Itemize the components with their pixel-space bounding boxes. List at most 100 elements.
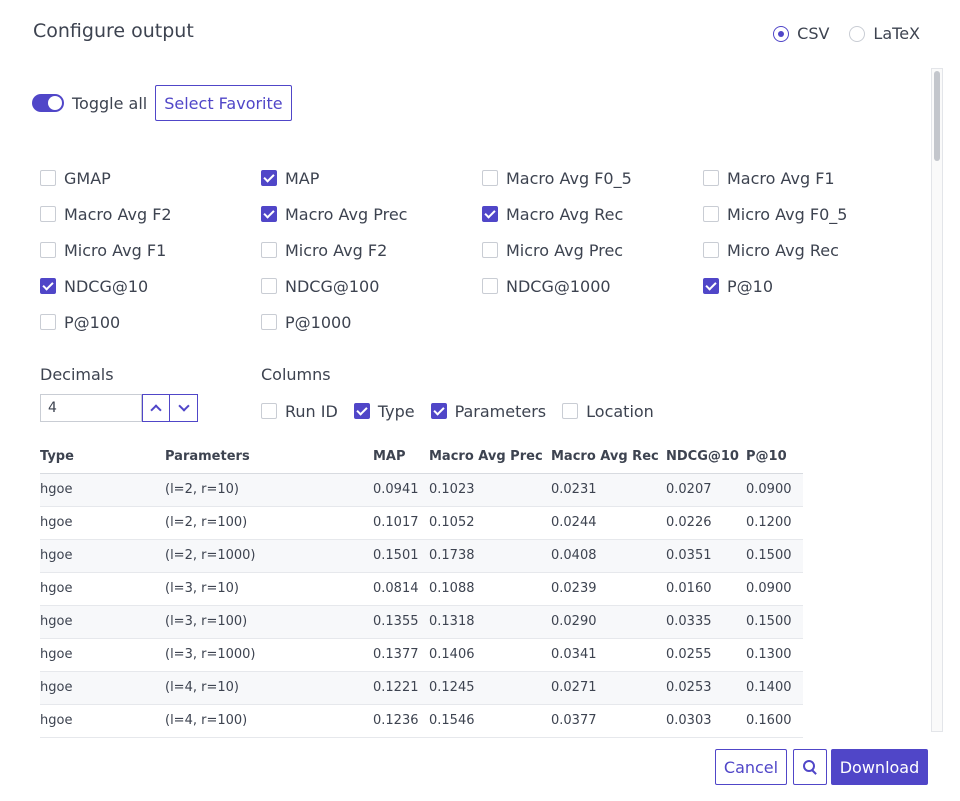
table-cell: hgoe: [40, 572, 165, 606]
format-option-latex[interactable]: LaTeX: [849, 24, 920, 43]
column-option-run-id[interactable]: Run ID: [261, 401, 338, 421]
table-cell: 0.0941: [373, 473, 429, 507]
table-body: hgoe (l=2, r=10) 0.0941 0.1023 0.0231 0.0207 0…: [40, 473, 803, 738]
decimals-decrement-button[interactable]: [170, 394, 198, 422]
metric-label: Micro Avg Rec: [727, 240, 839, 260]
metric-option-micro-avg-prec[interactable]: Micro Avg Prec: [482, 232, 703, 268]
column-header-ndcg-10[interactable]: NDCG@10: [666, 440, 746, 474]
metric-option-micro-avg-f0-5[interactable]: Micro Avg F0_5: [703, 196, 924, 232]
column-header-map[interactable]: MAP: [373, 440, 429, 474]
format-radio-group: CSV LaTeX: [753, 24, 920, 43]
metric-checkbox[interactable]: [703, 206, 719, 222]
metric-option-macro-avg-f1[interactable]: Macro Avg F1: [703, 160, 924, 196]
metric-checkbox[interactable]: [482, 278, 498, 294]
metric-label: Macro Avg F1: [727, 168, 835, 188]
metric-option-ndcg-100[interactable]: NDCG@100: [261, 268, 482, 304]
configure-output-dialog: Configure output CSV LaTeX Toggle all Se…: [0, 0, 960, 801]
table-cell: 0.0244: [551, 506, 666, 540]
metric-option-micro-avg-f2[interactable]: Micro Avg F2: [261, 232, 482, 268]
column-header-parameters[interactable]: Parameters: [165, 440, 373, 474]
select-favorite-button[interactable]: Select Favorite: [155, 85, 292, 121]
column-header-p-10[interactable]: P@10: [746, 440, 803, 474]
metric-label: Macro Avg F2: [64, 204, 172, 224]
column-checkbox[interactable]: [353, 403, 370, 419]
table-cell: 0.0239: [551, 572, 666, 606]
table-cell: 0.1245: [429, 671, 551, 705]
toggle-all-switch[interactable]: [32, 94, 64, 112]
decimals-input[interactable]: [40, 394, 142, 422]
metric-option-ndcg-1000[interactable]: NDCG@1000: [482, 268, 703, 304]
metric-checkbox[interactable]: [482, 206, 498, 222]
column-checkbox[interactable]: [261, 403, 277, 419]
metric-checkbox[interactable]: [40, 314, 56, 330]
table-cell: 0.1500: [746, 539, 803, 573]
column-label: Type: [377, 401, 415, 421]
scrollbar[interactable]: [931, 68, 943, 732]
scrollbar-thumb[interactable]: [934, 71, 940, 161]
metric-checkbox[interactable]: [703, 278, 719, 294]
table-cell: hgoe: [40, 605, 165, 639]
metric-checkbox[interactable]: [261, 278, 277, 294]
metric-option-micro-avg-f1[interactable]: Micro Avg F1: [40, 232, 261, 268]
table-cell: hgoe: [40, 671, 165, 705]
toggle-row: Toggle all Select Favorite: [32, 85, 292, 121]
column-header-macro-avg-rec[interactable]: Macro Avg Rec: [551, 440, 666, 474]
metric-checkbox[interactable]: [40, 242, 56, 258]
metric-checkbox[interactable]: [40, 278, 56, 294]
download-button[interactable]: Download: [831, 749, 928, 785]
metric-option-p-10[interactable]: P@10: [703, 268, 924, 304]
metric-checkbox[interactable]: [703, 242, 719, 258]
column-header-type[interactable]: Type: [40, 440, 165, 474]
metric-option-macro-avg-f0-5[interactable]: Macro Avg F0_5: [482, 160, 703, 196]
metric-checkbox[interactable]: [261, 206, 277, 222]
metric-checkbox[interactable]: [703, 170, 719, 186]
format-option-csv[interactable]: CSV: [773, 24, 829, 43]
table-cell: 0.1236: [373, 704, 429, 738]
table-cell: 0.1400: [746, 671, 803, 705]
column-checkbox[interactable]: [430, 403, 447, 419]
metric-checkbox[interactable]: [40, 206, 56, 222]
columns-group: Columns Run ID Type Parameters Location: [261, 365, 670, 421]
cancel-button[interactable]: Cancel: [715, 749, 787, 785]
table-row: hgoe (l=2, r=100) 0.1017 0.1052 0.0244 0.0226…: [40, 506, 803, 540]
metric-option-macro-avg-f2[interactable]: Macro Avg F2: [40, 196, 261, 232]
column-option-location[interactable]: Location: [562, 401, 654, 421]
format-option-label: LaTeX: [873, 24, 920, 43]
dialog-title: Configure output: [33, 20, 194, 42]
search-button[interactable]: [793, 749, 827, 785]
metric-option-p-1000[interactable]: P@1000: [261, 304, 482, 340]
metric-label: P@1000: [285, 312, 352, 332]
metric-checkbox[interactable]: [40, 170, 56, 186]
table-row: hgoe (l=3, r=1000) 0.1377 0.1406 0.0341 0.025…: [40, 638, 803, 672]
column-option-type[interactable]: Type: [353, 401, 415, 421]
table-cell: 0.1500: [746, 605, 803, 639]
table-cell: 0.0303: [666, 704, 746, 738]
metric-checkbox[interactable]: [482, 242, 498, 258]
metric-option-micro-avg-rec[interactable]: Micro Avg Rec: [703, 232, 924, 268]
column-option-parameters[interactable]: Parameters: [430, 401, 546, 421]
toggle-all-label: Toggle all: [72, 93, 148, 113]
format-option-label: CSV: [797, 24, 830, 43]
table-cell: 0.0377: [551, 704, 666, 738]
metric-checkbox[interactable]: [261, 314, 277, 330]
metric-label: P@10: [727, 276, 774, 296]
column-header-macro-avg-prec[interactable]: Macro Avg Prec: [429, 440, 551, 474]
radio-latex[interactable]: [849, 25, 866, 42]
metric-checkbox[interactable]: [261, 170, 277, 186]
metric-option-macro-avg-prec[interactable]: Macro Avg Prec: [261, 196, 482, 232]
metric-label: Micro Avg Prec: [506, 240, 624, 260]
metric-option-macro-avg-rec[interactable]: Macro Avg Rec: [482, 196, 703, 232]
metric-option-map[interactable]: MAP: [261, 160, 482, 196]
decimals-increment-button[interactable]: [142, 394, 170, 422]
preview-table-container: Type Parameters MAP Macro Avg Prec Macro Avg…: [40, 440, 803, 738]
metric-option-gmap[interactable]: GMAP: [40, 160, 261, 196]
metric-checkbox[interactable]: [482, 170, 498, 186]
chevron-up-icon: [150, 404, 162, 416]
metric-option-p-100[interactable]: P@100: [40, 304, 261, 340]
radio-csv[interactable]: [773, 25, 790, 42]
metric-checkbox[interactable]: [261, 242, 277, 258]
column-checkbox[interactable]: [562, 403, 579, 419]
metric-option-ndcg-10[interactable]: NDCG@10: [40, 268, 261, 304]
table-cell: (l=2, r=1000): [165, 539, 373, 573]
decimals-group: Decimals: [40, 365, 198, 422]
